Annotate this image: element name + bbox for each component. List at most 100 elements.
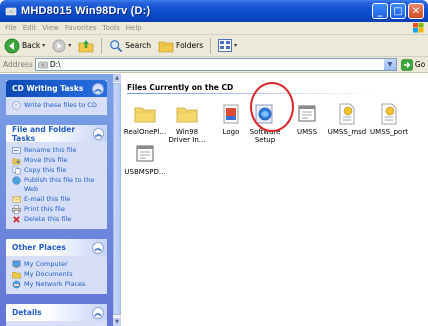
menu-favorites[interactable]: Favorites bbox=[65, 24, 97, 32]
settings-file-icon bbox=[381, 103, 397, 125]
file-win98-driver[interactable]: Win98 Driver In... bbox=[165, 102, 209, 144]
menu-tools[interactable]: Tools bbox=[103, 24, 120, 32]
print-file-link[interactable]: Print this file bbox=[12, 205, 103, 214]
up-folder-icon bbox=[78, 39, 94, 52]
folders-button[interactable]: Folders bbox=[156, 37, 205, 55]
file-realonepl[interactable]: RealOnePl... bbox=[123, 102, 167, 136]
menu-view[interactable]: View bbox=[42, 24, 59, 32]
rename-file-link[interactable]: Rename this file bbox=[12, 146, 103, 155]
other-places: Other Places ︽ My Computer My Documents … bbox=[6, 239, 107, 294]
folders-label: Folders bbox=[176, 41, 204, 50]
collapse-icon[interactable]: ︽ bbox=[92, 241, 104, 254]
computer-icon bbox=[12, 260, 21, 269]
copy-file-link[interactable]: Copy this file bbox=[12, 166, 103, 175]
scroll-up-icon[interactable]: ▲ bbox=[113, 74, 121, 82]
go-label: Go bbox=[414, 60, 426, 69]
app-icon bbox=[136, 145, 154, 162]
collapse-icon[interactable]: ︽ bbox=[92, 82, 104, 95]
address-bar: Address D:\ ▼ Go bbox=[0, 57, 428, 73]
email-icon bbox=[12, 196, 21, 203]
file-usbmspd[interactable]: USBMSPD... bbox=[123, 142, 167, 176]
my-computer-link[interactable]: My Computer bbox=[12, 260, 103, 269]
menu-file[interactable]: File bbox=[5, 24, 17, 32]
my-network-places-link[interactable]: My Network Places bbox=[12, 280, 103, 289]
back-button[interactable]: Back ▾ bbox=[2, 37, 47, 55]
chevron-down-icon[interactable]: ▾ bbox=[234, 42, 237, 49]
collapse-icon[interactable]: ︽ bbox=[92, 306, 104, 319]
setup-icon bbox=[255, 104, 273, 124]
my-documents-link[interactable]: My Documents bbox=[12, 270, 103, 279]
chevron-down-icon[interactable]: ▾ bbox=[68, 42, 71, 49]
folder-icon bbox=[134, 107, 156, 123]
globe-icon bbox=[12, 176, 21, 185]
publish-web-link[interactable]: Publish this file to the Web bbox=[12, 176, 103, 194]
collapse-icon[interactable]: ︽ bbox=[92, 127, 104, 140]
views-button[interactable]: ▾ bbox=[216, 37, 239, 55]
maximize-button[interactable]: □ bbox=[390, 3, 406, 19]
folders-icon bbox=[158, 41, 174, 52]
file-view: ▲ ▼ Files Currently on the CD RealOnePl.… bbox=[113, 74, 428, 326]
task-pane: CD Writing Tasks ︽ Write these files to … bbox=[0, 74, 113, 326]
file-folder-title: File and Folder Tasks bbox=[12, 124, 76, 143]
toolbar-separator bbox=[101, 37, 103, 54]
app-icon bbox=[298, 105, 316, 122]
up-folder-button[interactable] bbox=[76, 37, 96, 55]
title-bar: MHD8015 Win98Drv (D:) _ □ ✕ bbox=[0, 0, 428, 22]
window-title: MHD8015 Win98Drv (D:) bbox=[21, 5, 151, 17]
other-places-header[interactable]: Other Places ︽ bbox=[6, 239, 107, 256]
settings-file-icon bbox=[339, 103, 355, 125]
cd-writing-title: CD Writing Tasks bbox=[12, 84, 84, 93]
views-icon bbox=[218, 39, 233, 52]
scroll-thumb[interactable] bbox=[113, 83, 121, 315]
network-icon bbox=[12, 280, 21, 289]
chevron-down-icon[interactable]: ▾ bbox=[42, 42, 45, 49]
copy-icon bbox=[12, 166, 21, 175]
file-folder-header[interactable]: File and Folder Tasks ︽ bbox=[6, 124, 107, 143]
go-button[interactable]: Go bbox=[401, 58, 426, 71]
move-file-link[interactable]: Move this file bbox=[12, 156, 103, 165]
address-dropdown-icon[interactable]: ▼ bbox=[383, 59, 396, 70]
address-label: Address bbox=[3, 60, 33, 69]
file-folder-tasks: File and Folder Tasks ︽ Rename this file… bbox=[6, 125, 107, 229]
printer-icon bbox=[12, 205, 21, 214]
back-label: Back bbox=[22, 41, 41, 50]
minimize-button[interactable]: _ bbox=[372, 3, 388, 19]
search-icon bbox=[110, 39, 123, 52]
group-divider bbox=[127, 93, 377, 94]
toolbar: Back ▾ ▾ Search Folders ▾ bbox=[0, 35, 428, 57]
other-places-title: Other Places bbox=[12, 243, 66, 252]
windows-logo-icon bbox=[413, 23, 424, 33]
close-button[interactable]: ✕ bbox=[408, 3, 424, 19]
cd-write-icon bbox=[12, 101, 21, 110]
image-icon bbox=[223, 104, 239, 124]
details-header[interactable]: Details ︽ bbox=[6, 304, 107, 321]
vertical-scrollbar[interactable]: ▲ ▼ bbox=[113, 74, 121, 326]
file-umss[interactable]: UMSS bbox=[285, 102, 329, 136]
rename-icon bbox=[12, 147, 21, 154]
forward-button[interactable]: ▾ bbox=[50, 37, 73, 55]
toolbar-separator bbox=[210, 37, 212, 54]
address-input[interactable]: D:\ ▼ bbox=[34, 58, 397, 71]
cd-writing-tasks: CD Writing Tasks ︽ Write these files to … bbox=[6, 80, 107, 115]
menu-bar: File Edit View Favorites Tools Help bbox=[0, 22, 428, 35]
search-label: Search bbox=[125, 41, 152, 50]
folder-icon bbox=[176, 107, 198, 123]
drive-icon bbox=[5, 7, 17, 16]
cd-writing-header[interactable]: CD Writing Tasks ︽ bbox=[6, 80, 107, 97]
scroll-down-icon[interactable]: ▼ bbox=[113, 318, 121, 326]
search-button[interactable]: Search bbox=[107, 37, 153, 55]
delete-file-link[interactable]: Delete this file bbox=[12, 215, 103, 224]
menu-help[interactable]: Help bbox=[126, 24, 142, 32]
email-file-link[interactable]: E-mail this file bbox=[12, 195, 103, 204]
documents-folder-icon bbox=[12, 272, 21, 279]
menu-edit[interactable]: Edit bbox=[23, 24, 37, 32]
file-umss-port[interactable]: UMSS_port bbox=[367, 102, 411, 136]
group-title: Files Currently on the CD bbox=[127, 83, 234, 92]
forward-arrow-icon bbox=[52, 39, 66, 52]
file-software-setup[interactable]: Software Setup bbox=[243, 102, 287, 144]
file-umss-msd[interactable]: UMSS_msd bbox=[325, 102, 369, 136]
details-title: Details bbox=[12, 308, 42, 317]
write-to-cd-link[interactable]: Write these files to CD bbox=[12, 101, 103, 110]
move-icon bbox=[12, 158, 21, 165]
go-arrow-icon bbox=[401, 58, 413, 71]
